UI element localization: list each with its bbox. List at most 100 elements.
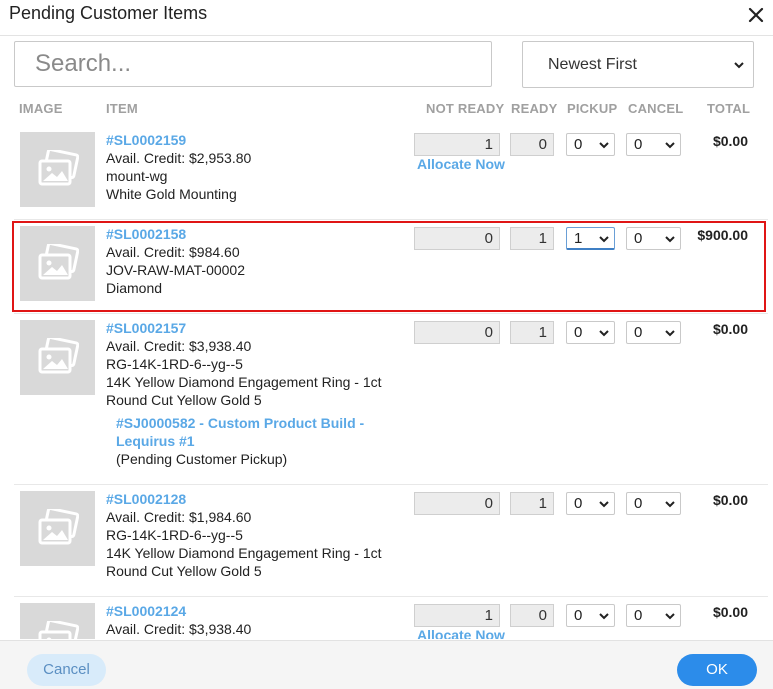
column-header-total: TOTAL	[707, 101, 751, 116]
item-thumbnail	[20, 132, 95, 207]
item-thumbnail	[20, 320, 95, 395]
row-divider	[14, 484, 768, 485]
pickup-value: 0	[574, 136, 583, 153]
not-ready-qty: 0	[414, 321, 500, 344]
item-description: White Gold Mounting	[106, 186, 237, 202]
item-code: JOV-RAW-MAT-00002	[106, 262, 246, 278]
image-placeholder-icon	[38, 150, 79, 186]
item-credit: Avail. Credit: $3,938.40	[106, 621, 252, 637]
chevron-down-icon	[599, 142, 609, 149]
pickup-select[interactable]: 0	[566, 604, 615, 627]
cancel-value: 0	[634, 607, 643, 624]
item-total: $0.00	[712, 321, 748, 337]
item-thumbnail	[20, 491, 95, 566]
dialog-header: Pending Customer Items	[0, 0, 773, 36]
search-input[interactable]	[14, 41, 492, 87]
dialog-footer: Cancel OK	[0, 640, 773, 689]
close-icon	[748, 7, 764, 23]
item-thumbnail	[20, 226, 95, 301]
cancel-value: 0	[634, 136, 643, 153]
item-code: RG-14K-1RD-6--yg--5	[106, 527, 243, 543]
item-description: Round Cut Yellow Gold 5	[106, 563, 262, 579]
header-divider	[0, 35, 773, 36]
pickup-select[interactable]: 0	[566, 133, 615, 156]
ready-qty: 1	[510, 492, 554, 515]
item-total: $900.00	[697, 227, 748, 243]
not-ready-qty: 1	[414, 133, 500, 156]
ready-qty: 0	[510, 133, 554, 156]
item-sku-link[interactable]: #SL0002159	[106, 132, 186, 148]
item-credit: Avail. Credit: $1,984.60	[106, 509, 252, 525]
item-code: RG-14K-1RD-6--yg--5	[106, 356, 243, 372]
cancel-select[interactable]: 0	[626, 133, 681, 156]
column-header-ready: READY	[511, 101, 558, 116]
chevron-down-icon	[665, 330, 675, 337]
column-header-pickup: PICKUP	[567, 101, 618, 116]
cancel-value: 0	[634, 495, 643, 512]
chevron-down-icon	[599, 236, 609, 243]
ready-qty: 0	[510, 604, 554, 627]
item-thumbnail	[20, 603, 95, 639]
chevron-down-icon	[665, 236, 675, 243]
pickup-value: 0	[574, 495, 583, 512]
item-sku-link[interactable]: #SL0002158	[106, 226, 186, 242]
item-description: Round Cut Yellow Gold 5	[106, 392, 262, 408]
image-placeholder-icon	[38, 509, 79, 545]
pickup-select[interactable]: 1	[566, 227, 615, 250]
ready-qty: 1	[510, 227, 554, 250]
item-description: 14K Yellow Diamond Engagement Ring - 1ct	[106, 374, 382, 390]
cancel-select[interactable]: 0	[626, 604, 681, 627]
cancel-button[interactable]: Cancel	[27, 654, 106, 686]
pickup-value: 1	[574, 230, 583, 247]
chevron-down-icon	[665, 613, 675, 620]
items-list[interactable]: #SL0002159 Avail. Credit: $2,953.80 moun…	[0, 122, 773, 639]
close-button[interactable]	[745, 4, 767, 26]
chevron-down-icon	[734, 62, 744, 69]
image-placeholder-icon	[38, 244, 79, 280]
item-sku-link[interactable]: #SL0002128	[106, 491, 186, 507]
item-total: $0.00	[712, 492, 748, 508]
item-total: $0.00	[712, 133, 748, 149]
not-ready-qty: 0	[414, 492, 500, 515]
sort-select-value: Newest First	[548, 55, 637, 73]
chevron-down-icon	[599, 501, 609, 508]
item-sku-link[interactable]: #SL0002157	[106, 320, 186, 336]
item-sku-link[interactable]: #SL0002124	[106, 603, 186, 619]
item-description: Diamond	[106, 280, 163, 296]
not-ready-qty: 0	[414, 227, 500, 250]
column-header-item: ITEM	[106, 101, 138, 116]
chevron-down-icon	[665, 142, 675, 149]
chevron-down-icon	[599, 330, 609, 337]
pickup-select[interactable]: 0	[566, 321, 615, 344]
column-header-cancel: CANCEL	[628, 101, 684, 116]
row-divider	[14, 596, 768, 597]
sort-select[interactable]: Newest First	[522, 41, 754, 88]
item-code: mount-wg	[106, 168, 168, 184]
item-credit: Avail. Credit: $2,953.80	[106, 150, 252, 166]
image-placeholder-icon	[38, 621, 79, 639]
not-ready-qty: 1	[414, 604, 500, 627]
item-credit: Avail. Credit: $3,938.40	[106, 338, 252, 354]
item-credit: Avail. Credit: $984.60	[106, 244, 240, 260]
job-link[interactable]: #SJ0000582 - Custom Product Build - Lequ…	[116, 414, 396, 450]
row-divider	[14, 219, 768, 220]
column-header-image: IMAGE	[19, 101, 63, 116]
allocate-now-link[interactable]: Allocate Now	[417, 627, 505, 639]
chevron-down-icon	[599, 613, 609, 620]
ok-button[interactable]: OK	[677, 654, 757, 686]
image-placeholder-icon	[38, 338, 79, 374]
cancel-select[interactable]: 0	[626, 492, 681, 515]
column-header-not-ready: NOT READY	[426, 101, 505, 116]
cancel-select[interactable]: 0	[626, 227, 681, 250]
pending-items-dialog: Pending Customer Items Newest First IMAG…	[0, 0, 773, 689]
pickup-select[interactable]: 0	[566, 492, 615, 515]
cancel-select[interactable]: 0	[626, 321, 681, 344]
allocate-now-link[interactable]: Allocate Now	[417, 156, 505, 172]
dialog-title: Pending Customer Items	[9, 3, 208, 23]
cancel-value: 0	[634, 230, 643, 247]
chevron-down-icon	[665, 501, 675, 508]
job-status: (Pending Customer Pickup)	[116, 451, 288, 467]
pickup-value: 0	[574, 324, 583, 341]
item-description: 14K Yellow Diamond Engagement Ring - 1ct	[106, 545, 382, 561]
item-total: $0.00	[712, 604, 748, 620]
